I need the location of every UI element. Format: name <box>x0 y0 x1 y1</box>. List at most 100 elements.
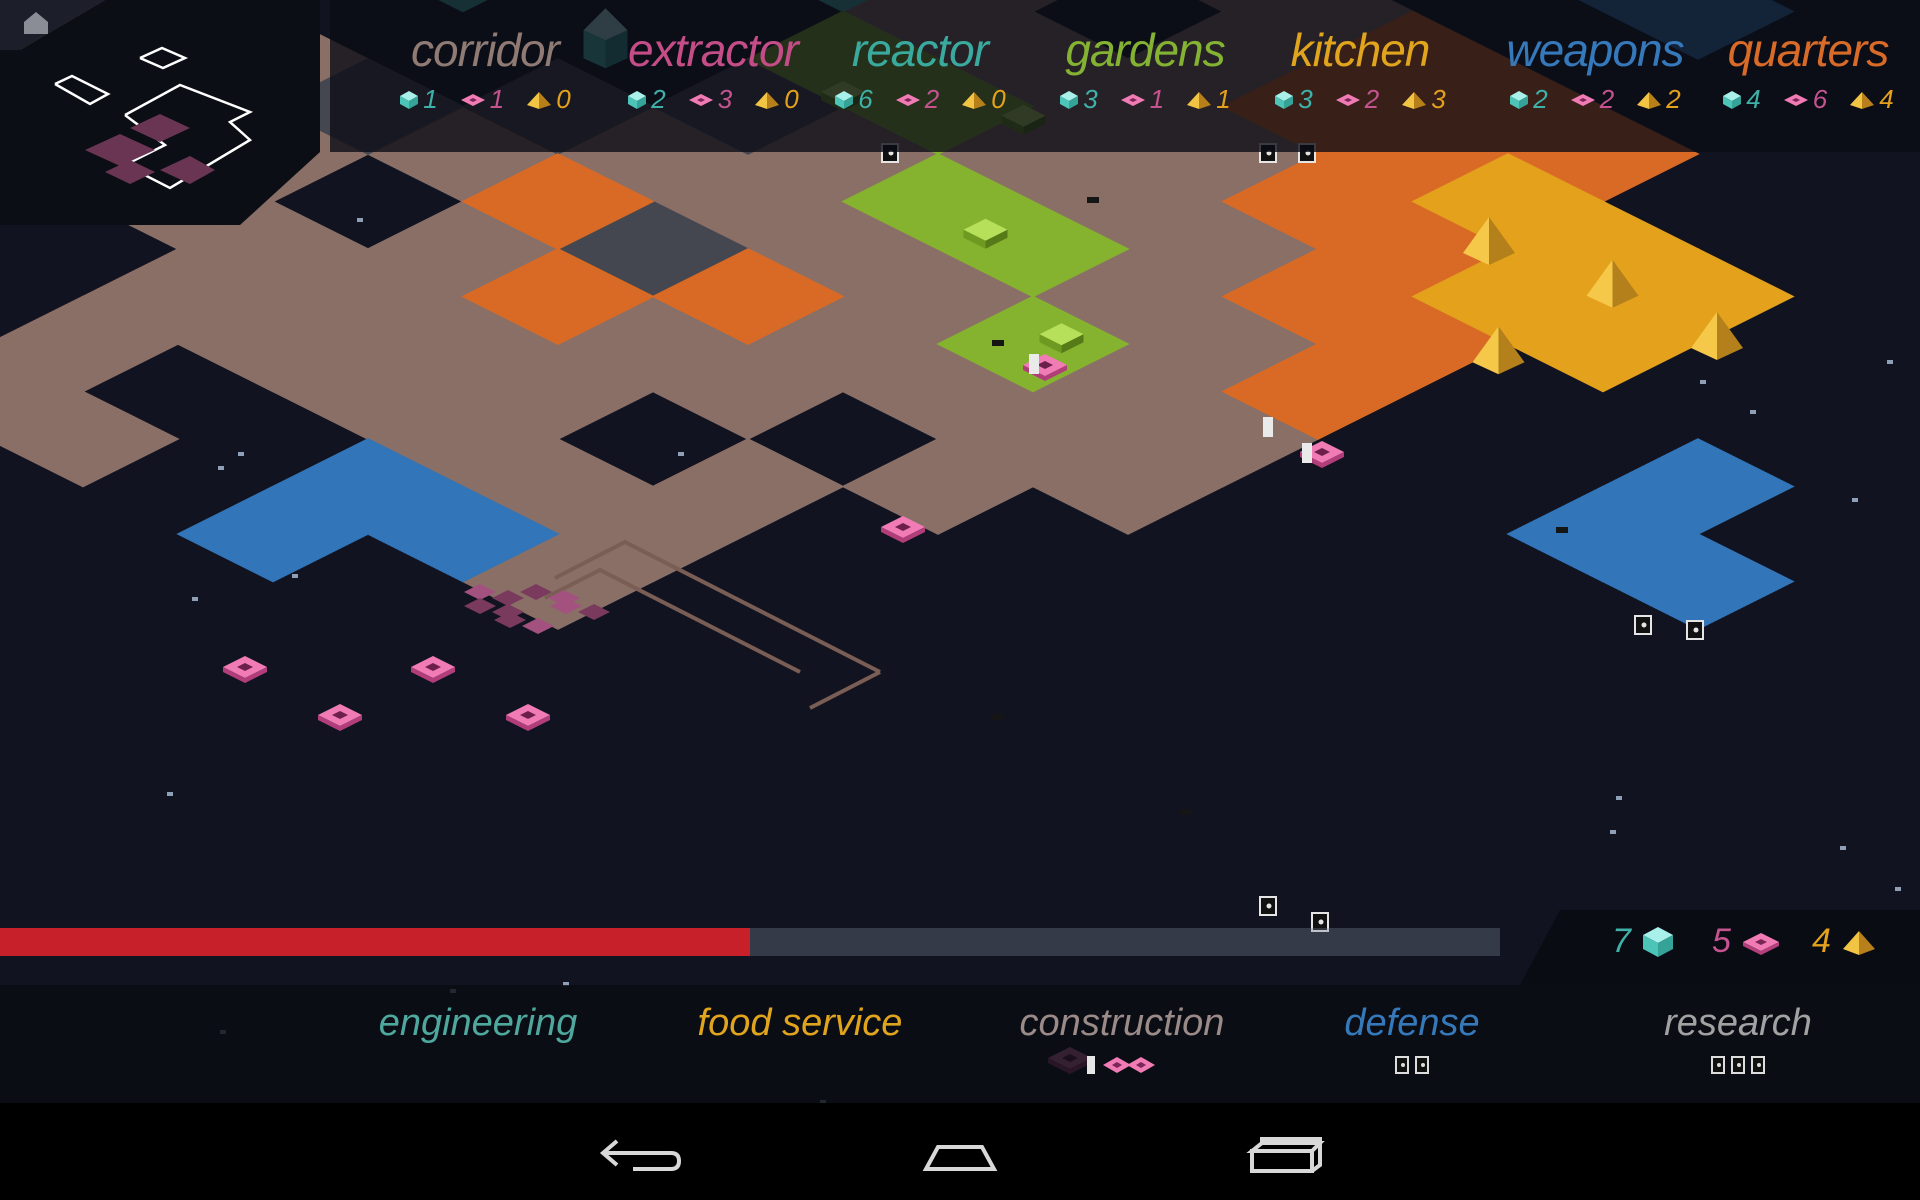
resource-panel: 7 5 4 <box>1520 910 1920 985</box>
floor-marker <box>1180 809 1192 815</box>
star <box>1610 830 1616 834</box>
cost-cube: 2 <box>627 84 666 115</box>
pyramid-icon <box>755 91 780 109</box>
star <box>218 466 224 470</box>
room-weapons-label: weapons <box>1506 24 1684 76</box>
dept-engineering[interactable]: engineering <box>348 1000 608 1076</box>
room-quarters-cost: 4 6 4 <box>1708 84 1908 115</box>
cost-cube: 4 <box>1722 84 1761 115</box>
minimap[interactable] <box>0 0 320 225</box>
room-corridor[interactable]: corridor 1 1 0 <box>385 22 585 132</box>
cube-icon <box>1060 90 1079 109</box>
recents-button[interactable] <box>1240 1121 1360 1181</box>
back-button[interactable] <box>575 1121 695 1181</box>
pyramid-icon <box>1187 91 1212 109</box>
nav-home-button[interactable] <box>900 1121 1020 1181</box>
dept-food-service[interactable]: food service <box>670 1000 930 1076</box>
disc-icon <box>1120 93 1145 106</box>
room-extractor-cost: 2 3 0 <box>613 84 813 115</box>
pyramid-icon <box>962 91 987 109</box>
resource-pyramid: 4 <box>1812 922 1877 961</box>
cost-cube: 2 <box>1509 84 1548 115</box>
star <box>292 574 298 578</box>
cost-cube-value: 6 <box>858 84 873 114</box>
disc-icon <box>1570 93 1595 106</box>
cost-pyramid: 0 <box>754 84 799 115</box>
cube-icon <box>400 90 419 109</box>
cost-disc: 2 <box>895 84 939 115</box>
pyramid-icon <box>1842 930 1875 955</box>
worker-icon <box>1302 443 1312 463</box>
floor-marker <box>1087 197 1099 203</box>
cube-icon <box>1275 90 1294 109</box>
worker-icon <box>1087 1056 1095 1074</box>
cost-pyramid-value: 1 <box>1216 84 1231 114</box>
cost-cube-value: 1 <box>423 84 438 114</box>
room-gardens-label: gardens <box>1065 24 1225 76</box>
disc-icon <box>460 93 485 106</box>
room-reactor[interactable]: reactor 6 2 0 <box>820 22 1020 132</box>
room-gardens[interactable]: gardens 3 1 1 <box>1045 22 1245 132</box>
room-kitchen[interactable]: kitchen 3 2 3 <box>1260 22 1460 132</box>
resource-cube-count: 7 <box>1612 922 1631 960</box>
cost-cube-value: 2 <box>651 84 666 114</box>
system-nav-bar <box>0 1103 1920 1200</box>
cost-disc: 2 <box>1570 84 1614 115</box>
robot-icon <box>1731 1056 1745 1074</box>
cost-pyramid-value: 3 <box>1431 84 1446 114</box>
room-kitchen-cost: 3 2 3 <box>1260 84 1460 115</box>
cost-disc: 3 <box>688 84 732 115</box>
cost-pyramid: 0 <box>526 84 571 115</box>
disc-icon <box>688 93 713 106</box>
pyramid-icon <box>1637 91 1662 109</box>
cost-cube: 3 <box>1274 84 1313 115</box>
robot-icon <box>1751 1056 1765 1074</box>
game-screen: corridor 1 1 0 extractor 2 3 0 reactor 6 2 0 gardens… <box>0 0 1920 1200</box>
pyramid-icon <box>527 91 552 109</box>
robot-icon <box>1686 620 1704 640</box>
dept-research-label: research <box>1664 1002 1812 1044</box>
cost-cube: 6 <box>834 84 873 115</box>
cost-disc-value: 1 <box>1149 84 1165 114</box>
room-quarters[interactable]: quarters 4 6 4 <box>1708 22 1908 132</box>
resource-disc-count: 5 <box>1712 922 1731 960</box>
dept-defense-label: defense <box>1344 1002 1480 1044</box>
home-button[interactable] <box>0 0 70 50</box>
cost-pyramid-value: 2 <box>1666 84 1681 114</box>
recents-icon <box>1246 1137 1325 1173</box>
resource-pyramid-count: 4 <box>1812 922 1831 960</box>
pyramid-icon <box>1402 91 1427 109</box>
cost-cube-value: 3 <box>1083 84 1098 114</box>
floor-marker <box>992 714 1004 720</box>
progress-fill <box>0 928 750 956</box>
room-weapons[interactable]: weapons 2 2 2 <box>1495 22 1695 132</box>
disc-icon <box>1335 93 1360 106</box>
cost-disc-value: 6 <box>1812 84 1828 114</box>
star <box>678 452 684 456</box>
dept-research[interactable]: research <box>1608 1000 1868 1076</box>
dept-engineering-label: engineering <box>378 1002 578 1044</box>
disc-icon <box>506 704 550 731</box>
star <box>1616 796 1622 800</box>
star <box>1840 846 1846 850</box>
dept-defense[interactable]: defense <box>1282 1000 1542 1076</box>
cost-pyramid-value: 0 <box>556 84 571 114</box>
cost-pyramid-value: 4 <box>1879 84 1894 114</box>
cube-icon <box>835 90 854 109</box>
room-quarters-label: quarters <box>1727 24 1890 76</box>
room-reactor-cost: 6 2 0 <box>820 84 1020 115</box>
room-corridor-cost: 1 1 0 <box>385 84 585 115</box>
extractor-debris <box>464 598 496 614</box>
robot-icon <box>1259 896 1277 916</box>
disc-icon <box>223 656 267 683</box>
floor-marker <box>1556 527 1568 533</box>
dept-construction[interactable]: construction <box>992 1000 1252 1076</box>
cost-cube: 1 <box>399 84 438 115</box>
home-icon <box>24 12 48 34</box>
disc-icon <box>1742 932 1779 955</box>
cost-cube: 3 <box>1059 84 1098 115</box>
robot-icon <box>1634 615 1652 635</box>
room-extractor[interactable]: extractor 2 3 0 <box>613 22 813 132</box>
resource-disc: 5 <box>1712 922 1781 961</box>
cost-disc-value: 2 <box>1364 84 1380 114</box>
